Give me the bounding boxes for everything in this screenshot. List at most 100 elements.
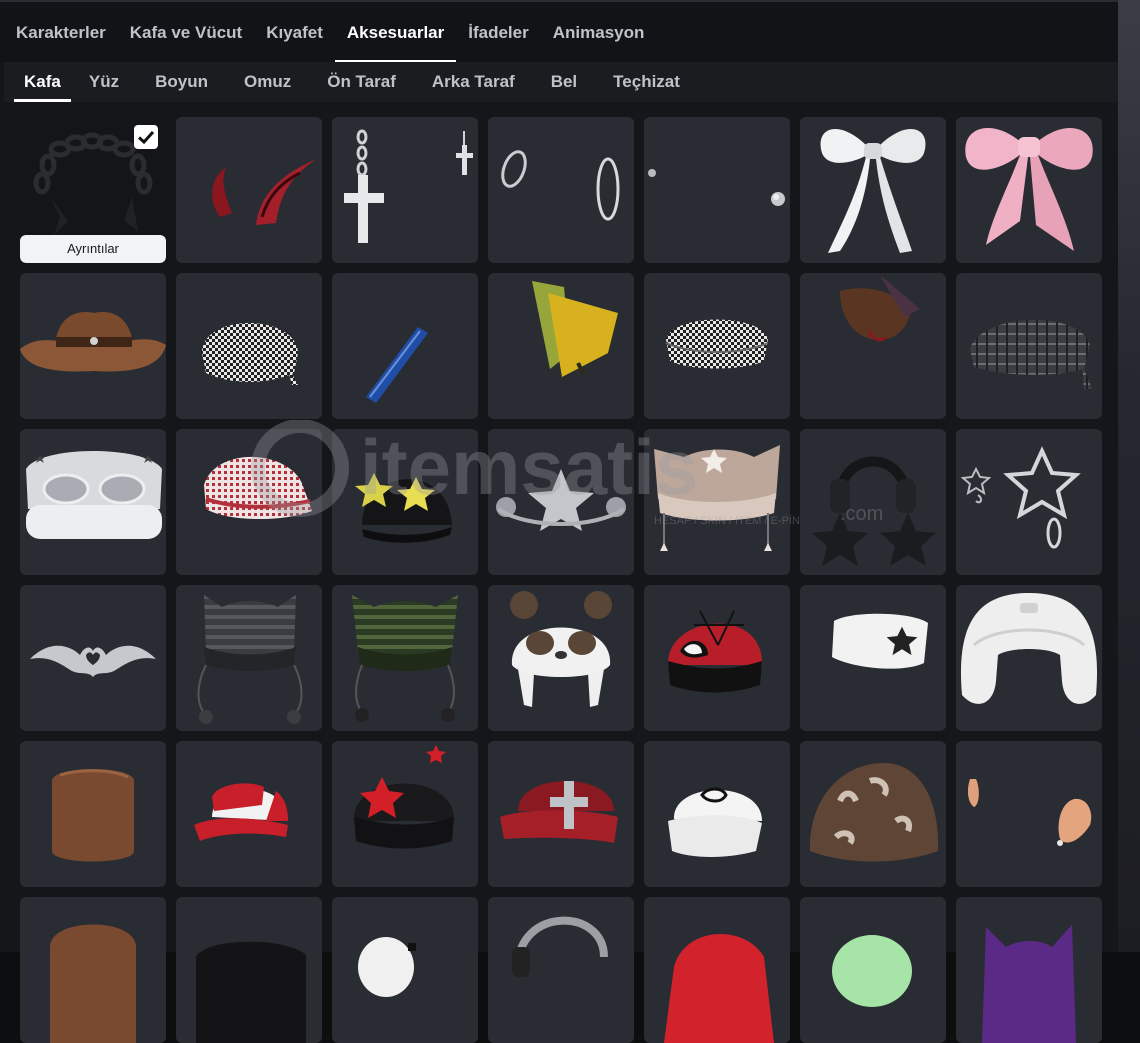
accessory-tile[interactable] <box>644 741 790 887</box>
accessory-tile[interactable] <box>956 273 1102 419</box>
purple-cat-hat-icon <box>982 925 1076 1043</box>
accessory-tile[interactable] <box>956 897 1102 1043</box>
accessory-tile[interactable] <box>644 585 790 731</box>
accessory-tile[interactable] <box>176 117 322 263</box>
beige-star-cat-beanie-icon <box>654 445 780 551</box>
accessory-tile[interactable] <box>800 585 946 731</box>
accessory-tile[interactable] <box>176 429 322 575</box>
accessory-tile[interactable] <box>176 585 322 731</box>
accessory-tile[interactable] <box>800 117 946 263</box>
details-button[interactable]: Ayrıntılar <box>20 235 166 263</box>
accessory-tile[interactable] <box>176 741 322 887</box>
brown-cowboy-hat-icon <box>20 312 166 372</box>
white-logo-cap-icon <box>668 787 762 857</box>
accessory-tile[interactable] <box>800 741 946 887</box>
yellow-visor-icon <box>532 281 618 377</box>
accessory-tile[interactable] <box>488 117 634 263</box>
accessory-tile[interactable] <box>332 117 478 263</box>
brown-item-icon <box>50 924 136 1043</box>
silver-cross-earrings-icon <box>344 129 473 243</box>
accessory-tile[interactable] <box>20 741 166 887</box>
pink-bow-icon <box>965 128 1093 251</box>
santa-hat-icon <box>664 934 774 1043</box>
accessory-tile[interactable] <box>20 429 166 575</box>
viewport-edge <box>1118 0 1140 952</box>
sub-category-tabs: Kafa Yüz Boyun Omuz Ön Taraf Arka Taraf … <box>4 62 1118 102</box>
accessory-tile[interactable] <box>332 429 478 575</box>
houndstooth-bandana-icon <box>202 323 298 385</box>
subtab-on-taraf[interactable]: Ön Taraf <box>309 62 414 102</box>
accessory-tile[interactable] <box>956 429 1102 575</box>
ears-icon <box>967 779 1092 846</box>
subtab-yuz[interactable]: Yüz <box>71 62 137 102</box>
white-star-bucket-icon <box>832 613 928 669</box>
brown-print-beanie-icon <box>809 763 939 862</box>
checkmark-icon <box>137 130 155 145</box>
subtab-boyun[interactable]: Boyun <box>137 62 226 102</box>
main-category-tabs: Karakterler Kafa ve Vücut Kıyafet Aksesu… <box>0 2 1118 63</box>
tab-animasyon[interactable]: Animasyon <box>541 3 657 62</box>
accessory-tile[interactable] <box>644 273 790 419</box>
black-item-icon <box>196 941 306 1043</box>
white-knit-hood-icon <box>960 593 1098 704</box>
tab-kiyafet[interactable]: Kıyafet <box>254 3 335 62</box>
accessory-tile[interactable] <box>956 117 1102 263</box>
accessory-tile[interactable] <box>332 585 478 731</box>
subtab-techizat[interactable]: Teçhizat <box>595 62 698 102</box>
accessory-tile[interactable] <box>332 741 478 887</box>
accessory-tile[interactable] <box>644 429 790 575</box>
white-star-goggles-beanie-icon <box>26 451 162 539</box>
accessory-grid: Ayrıntılar <box>20 117 1102 1043</box>
accessory-tile[interactable] <box>488 897 634 1043</box>
accessory-tile[interactable] <box>20 273 166 419</box>
white-item-icon <box>358 937 416 997</box>
accessory-tile[interactable] <box>800 273 946 419</box>
accessory-tile[interactable] <box>488 429 634 575</box>
accessory-tile-selected[interactable]: Ayrıntılar <box>20 117 166 263</box>
selected-checkbox[interactable] <box>134 125 158 149</box>
subtab-arka-taraf[interactable]: Arka Taraf <box>414 62 533 102</box>
accessory-tile[interactable] <box>956 741 1102 887</box>
silver-star-tiara-icon <box>496 469 626 531</box>
red-cross-cap-icon <box>500 781 618 843</box>
accessory-tile[interactable] <box>644 117 790 263</box>
silver-hoop-earrings-icon <box>501 150 620 221</box>
brown-feather-hat-icon <box>840 275 920 342</box>
accessory-tile[interactable] <box>644 897 790 1043</box>
black-star-headphones-icon <box>812 456 936 566</box>
subtab-omuz[interactable]: Omuz <box>226 62 309 102</box>
red-keffiyeh-bandana-icon <box>204 456 312 520</box>
brown-hair-icon <box>52 769 134 862</box>
headphones-item-icon <box>512 916 608 977</box>
tab-ifadeler[interactable]: İfadeler <box>456 3 540 62</box>
accessory-tile[interactable] <box>488 741 634 887</box>
accessory-tile[interactable] <box>176 897 322 1043</box>
accessory-tile[interactable] <box>488 585 634 731</box>
red-devil-horns-icon <box>212 159 316 225</box>
subtab-bel[interactable]: Bel <box>533 62 595 102</box>
grey-striped-cat-beanie-icon <box>197 595 303 724</box>
green-striped-cat-beanie-icon <box>352 595 458 722</box>
houndstooth-headband-icon <box>665 319 769 369</box>
accessory-tile[interactable] <box>20 585 166 731</box>
tab-karakterler[interactable]: Karakterler <box>0 3 118 62</box>
tab-kafa-ve-vucut[interactable]: Kafa ve Vücut <box>118 3 254 62</box>
black-red-star-beanie-icon <box>353 745 455 849</box>
tribal-heart-tiara-icon <box>30 645 156 677</box>
accessory-tile[interactable] <box>176 273 322 419</box>
accessory-tile[interactable] <box>20 897 166 1043</box>
accessory-tile[interactable] <box>488 273 634 419</box>
accessory-tile[interactable] <box>800 429 946 575</box>
star-earrings-icon <box>960 446 1081 549</box>
accessory-tile[interactable] <box>956 585 1102 731</box>
blue-hair-clip-icon <box>366 327 428 403</box>
subtab-kafa[interactable]: Kafa <box>14 62 71 102</box>
small-stud-earrings-icon <box>648 169 785 206</box>
accessory-tile[interactable] <box>800 897 946 1043</box>
red-trucker-cap-icon <box>194 783 288 841</box>
accessory-tile[interactable] <box>332 273 478 419</box>
accessory-tile[interactable] <box>332 897 478 1043</box>
panda-hat-icon <box>510 591 612 707</box>
green-item-icon <box>832 935 912 1007</box>
tab-aksesuarlar[interactable]: Aksesuarlar <box>334 3 457 63</box>
